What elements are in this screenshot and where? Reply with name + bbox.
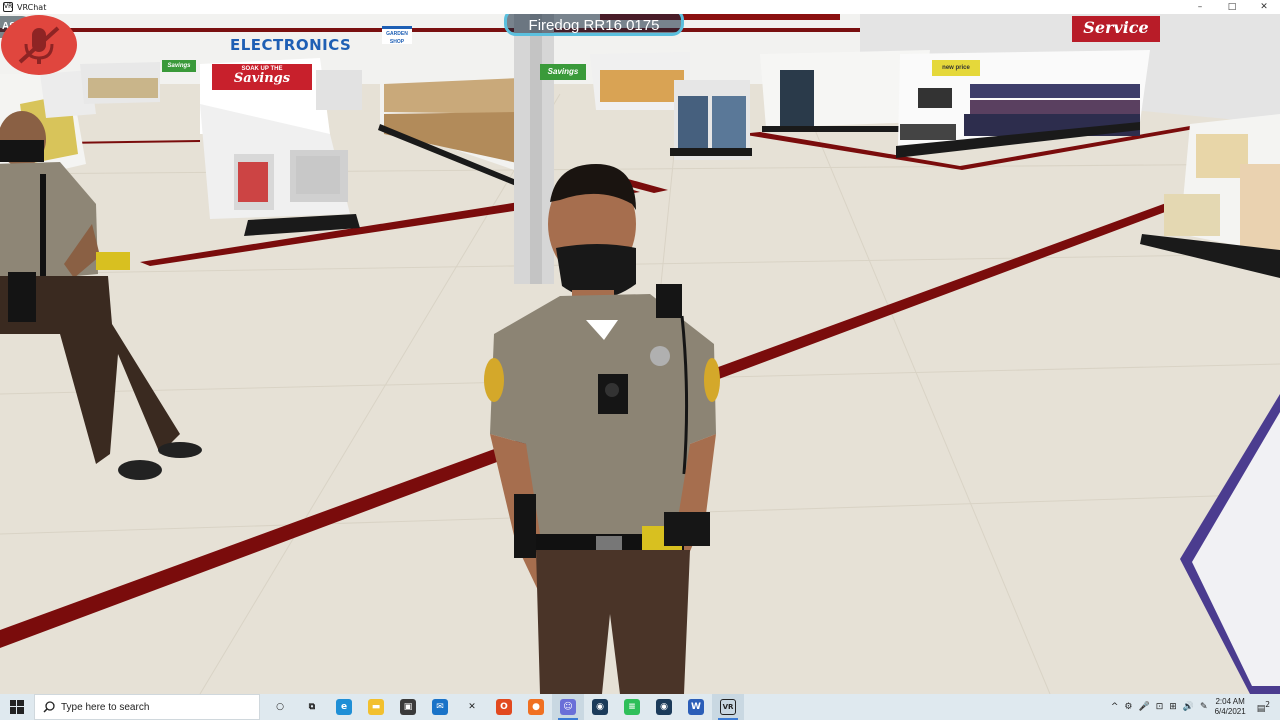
savings-display-sign: SOAK UP THE Savings [212, 64, 312, 90]
store-icon: ▣ [400, 699, 416, 715]
pinned-apps: ○ ⧉ e ▬ ▣ ✉ ✕ O ● ☺ ◉ ≡ ◉ W VR [264, 694, 744, 720]
taskbar-steam-2-button[interactable]: ◉ [648, 694, 680, 720]
notification-count: 2 [1265, 700, 1270, 709]
tray-display-icon[interactable]: ⊡ [1156, 702, 1164, 712]
file-explorer-icon: ▬ [368, 699, 384, 715]
tray-network-icon[interactable]: ⊞ [1169, 702, 1177, 712]
windows-logo-icon [10, 700, 24, 714]
search-icon [43, 701, 55, 713]
search-input[interactable] [61, 701, 241, 713]
taskbar-xbox-button[interactable]: ✕ [456, 694, 488, 720]
tray-pen-icon[interactable]: ✎ [1200, 702, 1208, 712]
steam-2-icon: ◉ [656, 699, 672, 715]
system-tray: ^ ⚙ 🎤 ⊡ ⊞ 🔊 ✎ 2:04 AM 6/4/2021 ▤2 [1108, 694, 1280, 720]
taskbar-vrchat-button[interactable]: VR [712, 694, 744, 720]
show-hidden-icons-chevron[interactable]: ^ [1111, 702, 1119, 712]
savings-sign-left: Savings [162, 60, 196, 72]
vrchat-app-icon: VR [3, 2, 13, 12]
clock-time: 2:04 AM [1215, 697, 1245, 706]
taskbar-task-view-button[interactable]: ⧉ [296, 694, 328, 720]
taskbar-steam-1-button[interactable]: ◉ [584, 694, 616, 720]
windows-taskbar: ○ ⧉ e ▬ ▣ ✉ ✕ O ● ☺ ◉ ≡ ◉ W VR ^ ⚙ 🎤 ⊡ ⊞ 🔊 ✎ 2:04 AM 6… [0, 694, 1280, 720]
taskbar-store-button[interactable]: ▣ [392, 694, 424, 720]
savings-display-small-text: SOAK UP THE [241, 66, 283, 72]
taskbar-discord-button[interactable]: ☺ [552, 694, 584, 720]
garden-shop-sign: GARDEN SHOP [382, 26, 412, 45]
game-viewport[interactable]: Firedog RR16 0175 AS ELECTRONICS GARDEN … [0, 14, 1280, 694]
clock-date: 6/4/2021 [1214, 707, 1246, 716]
start-button[interactable] [0, 694, 34, 720]
mail-icon: ✉ [432, 699, 448, 715]
tray-volume-icon[interactable]: 🔊 [1183, 702, 1194, 712]
taskbar-office-button[interactable]: O [488, 694, 520, 720]
discord-icon: ☺ [560, 699, 576, 715]
notification-center-icon[interactable]: ▤2 [1257, 700, 1270, 714]
store-scene [0, 14, 1280, 694]
word-icon: W [688, 699, 704, 715]
firefox-icon: ● [528, 699, 544, 715]
edge-icon: e [336, 699, 352, 715]
task-view-icon: ⧉ [308, 702, 316, 712]
xbox-icon: ✕ [468, 702, 476, 712]
taskbar-edge-button[interactable]: e [328, 694, 360, 720]
office-icon: O [496, 699, 512, 715]
window-title-bar[interactable]: VR VRChat – □ ✕ [0, 0, 1280, 14]
savings-sign-right: Savings [540, 64, 586, 80]
maximize-button[interactable]: □ [1216, 0, 1248, 14]
close-button[interactable]: ✕ [1248, 0, 1280, 14]
taskbar-search-box[interactable] [34, 694, 260, 720]
tray-settings-icon[interactable]: ⚙ [1124, 702, 1132, 712]
minimize-button[interactable]: – [1184, 0, 1216, 14]
taskbar-word-button[interactable]: W [680, 694, 712, 720]
cortana-icon: ○ [276, 702, 284, 712]
vrchat-icon: VR [720, 699, 736, 715]
steam-1-icon: ◉ [592, 699, 608, 715]
electronics-sign: ELECTRONICS [230, 36, 352, 54]
player-nameplate: Firedog RR16 0175 [504, 14, 684, 36]
taskbar-cortana-button[interactable]: ○ [264, 694, 296, 720]
taskbar-mail-button[interactable]: ✉ [424, 694, 456, 720]
window-title: VRChat [17, 2, 47, 12]
taskbar-firefox-button[interactable]: ● [520, 694, 552, 720]
tray-microphone-icon[interactable]: 🎤 [1138, 702, 1149, 712]
taskbar-clock[interactable]: 2:04 AM 6/4/2021 [1215, 697, 1246, 717]
mic-muted-icon [1, 15, 77, 75]
service-sign: Service [1072, 16, 1160, 42]
taskbar-spotify-button[interactable]: ≡ [616, 694, 648, 720]
new-price-sign: new price [932, 60, 980, 76]
spotify-icon: ≡ [624, 699, 640, 715]
taskbar-file-explorer-button[interactable]: ▬ [360, 694, 392, 720]
